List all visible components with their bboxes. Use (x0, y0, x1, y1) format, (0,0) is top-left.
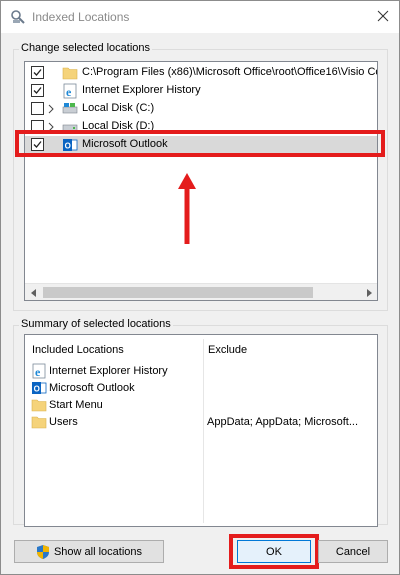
checkbox[interactable] (31, 84, 44, 97)
close-icon[interactable] (371, 5, 395, 27)
tree-item-local-disk-c[interactable]: Local Disk (C:) (25, 100, 377, 118)
tree-item-label: Internet Explorer History (82, 84, 201, 96)
tree-item-label: C:\Program Files (x86)\Microsoft Office\… (82, 66, 378, 78)
annotation-arrow-icon (178, 173, 196, 244)
locations-tree[interactable]: C:\Program Files (x86)\Microsoft Office\… (24, 61, 378, 301)
folder-icon (31, 414, 47, 430)
show-all-label: Show all locations (53, 545, 143, 558)
checkbox[interactable] (31, 66, 44, 79)
scrollbar-thumb[interactable] (43, 287, 313, 298)
summary-label-text: Start Menu (49, 399, 103, 411)
title-bar: Indexed Locations (1, 1, 399, 33)
summary-row: e Internet Explorer History (31, 363, 371, 380)
svg-text:e: e (35, 365, 41, 379)
svg-text:e: e (66, 85, 72, 99)
tree-item-ie-history[interactable]: e Internet Explorer History (25, 82, 377, 100)
tree-item-label: Local Disk (C:) (82, 102, 155, 114)
scroll-left-icon[interactable] (25, 284, 42, 300)
annotation-highlight-ok (229, 534, 319, 569)
ie-icon: e (31, 363, 47, 379)
window-title: Indexed Locations (32, 10, 130, 24)
outlook-icon: O (31, 380, 47, 396)
shield-icon (36, 544, 50, 560)
annotation-highlight-outlook (15, 130, 385, 157)
folder-icon (62, 65, 78, 81)
cancel-button[interactable]: Cancel (318, 540, 388, 563)
indexing-options-icon (10, 9, 26, 25)
summary-row: Users AppData; AppData; Microsoft... (31, 414, 371, 431)
summary-label-text: Internet Explorer History (49, 365, 168, 377)
checkbox[interactable] (31, 102, 44, 115)
change-locations-label: Change selected locations (19, 42, 153, 54)
summary-row: O Microsoft Outlook (31, 380, 371, 397)
summary-row: Start Menu (31, 397, 371, 414)
scroll-right-icon[interactable] (360, 284, 377, 300)
summary-label: Summary of selected locations (19, 318, 173, 330)
indexed-locations-dialog: Indexed Locations Change selected locati… (0, 0, 400, 575)
summary-list: Included Locations Exclude e Internet Ex… (24, 334, 378, 527)
summary-label-text: Users (49, 416, 78, 428)
folder-icon (31, 397, 47, 413)
ie-icon: e (62, 83, 78, 99)
column-header-exclude: Exclude (208, 344, 248, 356)
show-all-locations-button[interactable]: Show all locations (14, 540, 164, 563)
horizontal-scrollbar[interactable] (25, 283, 377, 300)
tree-item-visio-folder[interactable]: C:\Program Files (x86)\Microsoft Office\… (25, 64, 377, 82)
column-header-included: Included Locations (32, 344, 124, 356)
summary-label-text: Microsoft Outlook (49, 382, 135, 394)
svg-text:O: O (34, 385, 40, 394)
drive-icon (62, 101, 78, 117)
summary-exclude-text: AppData; AppData; Microsoft... (207, 416, 359, 428)
chevron-right-icon[interactable] (47, 104, 55, 114)
